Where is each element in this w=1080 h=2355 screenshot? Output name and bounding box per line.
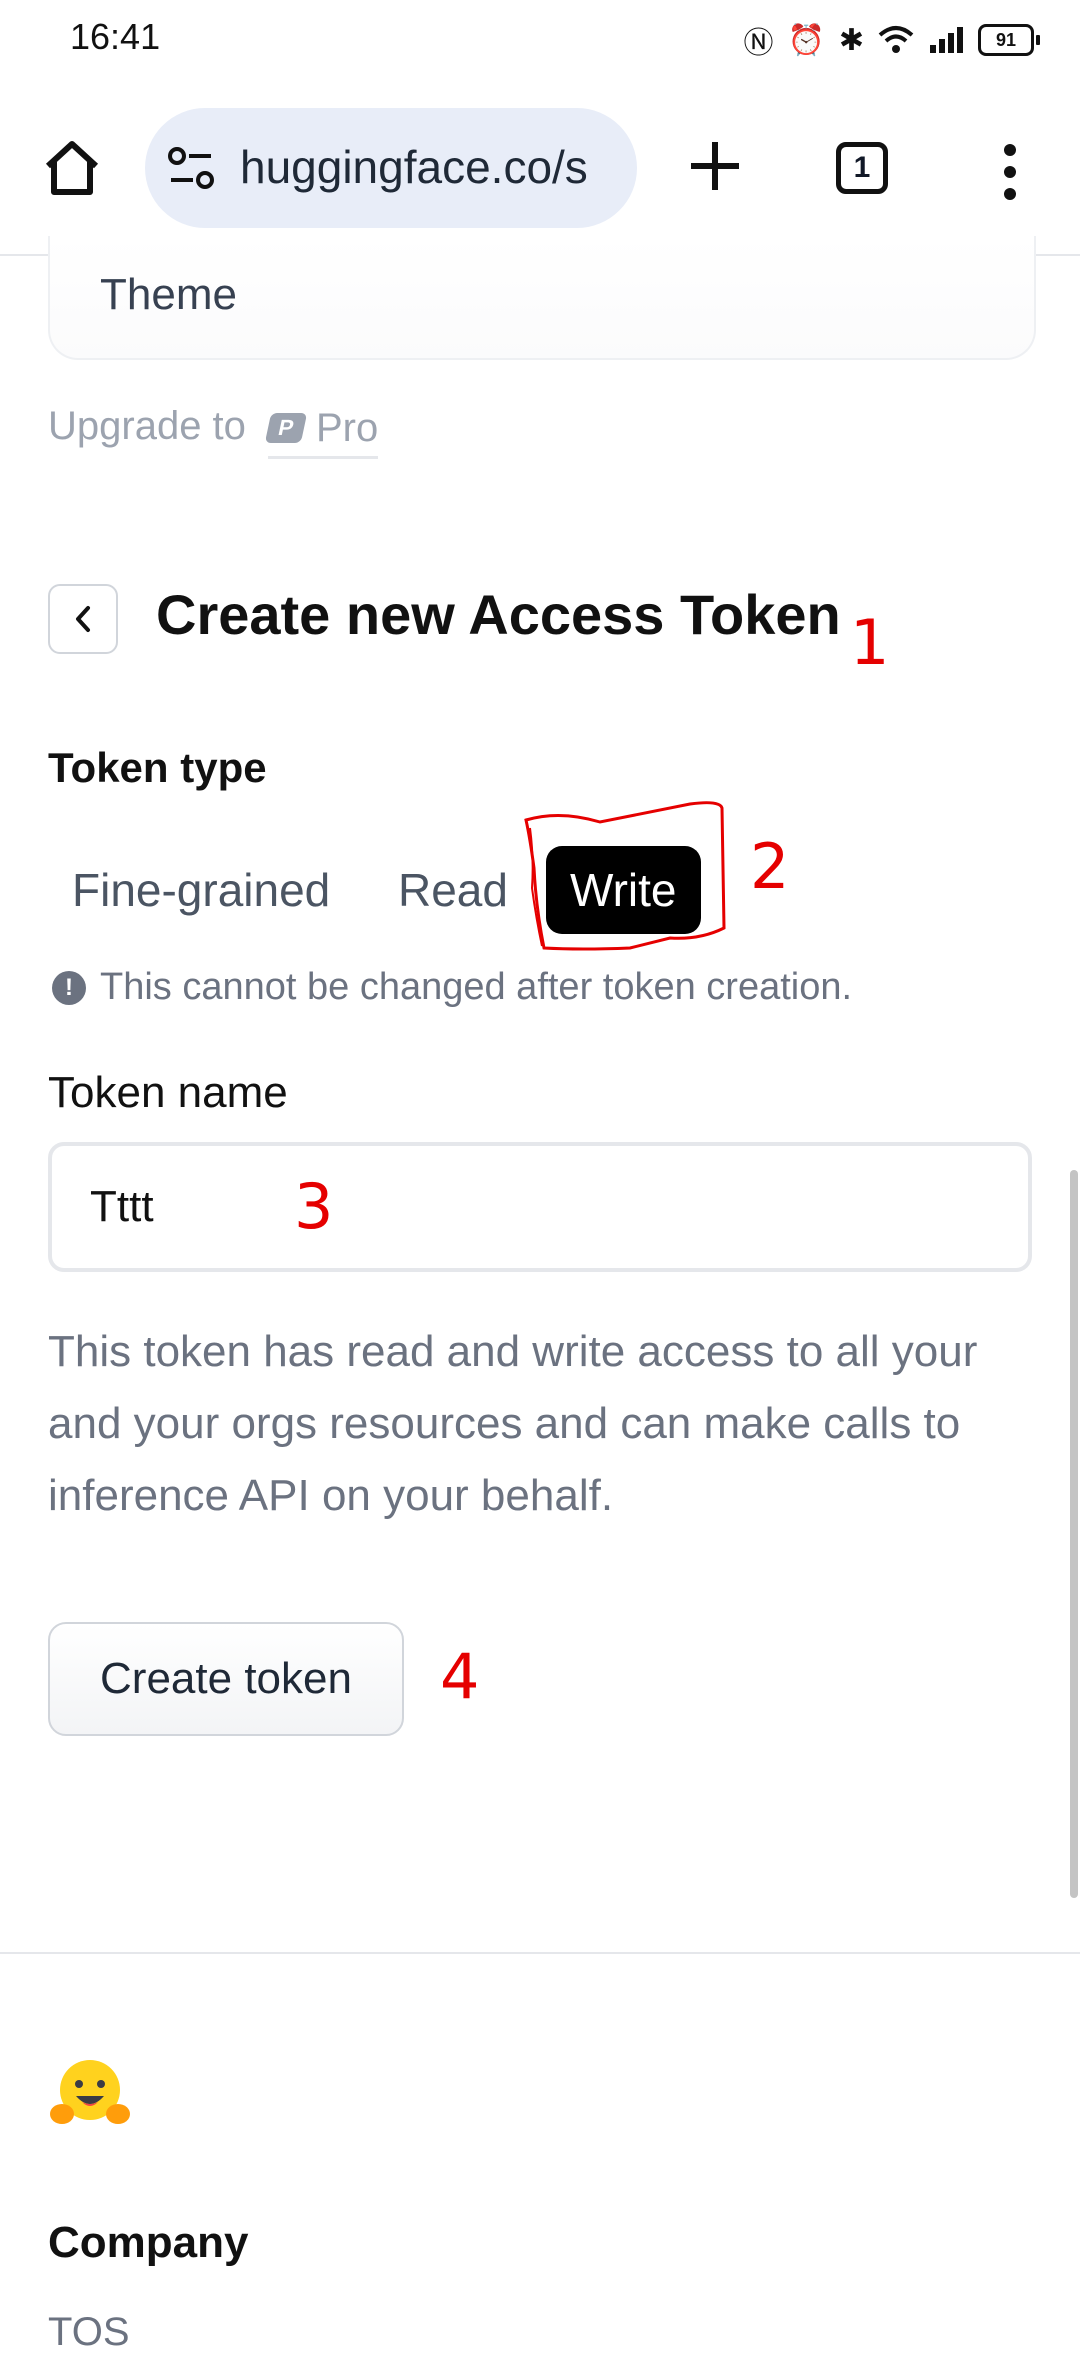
token-type-read[interactable]: Read [374,846,532,934]
hugging-face-emoji [50,2060,130,2124]
create-token-button[interactable]: Create token [48,1622,404,1736]
token-type-label: Token type [48,744,267,791]
plus-icon[interactable] [685,136,745,196]
back-button[interactable] [48,584,118,654]
annotation-1: 1 [850,606,890,679]
scrollbar[interactable] [1070,1170,1078,1898]
back-chevron-icon [76,606,90,632]
status-icons: Ⓝ ⏰ ✱ 91 [743,18,1040,62]
signal-icon [930,27,963,53]
token-description: This token has read and write access to … [48,1327,978,1520]
wifi-icon [878,26,914,53]
url-text[interactable]: huggingface.co/s [240,140,630,194]
browser-toolbar: huggingface.co/s 1 [0,84,1080,256]
token-name-input[interactable] [48,1142,1032,1272]
more-vert-icon[interactable] [1000,142,1020,202]
battery-tip [1036,35,1040,45]
status-bar: 16:41 Ⓝ ⏰ ✱ 91 [0,0,1080,84]
annotation-2: 2 [750,830,790,903]
annotation-4: 4 [440,1640,480,1713]
annotation-3: 3 [294,1170,334,1243]
footer-company-heading: Company [48,2218,249,2267]
pro-label: Pro [316,405,379,450]
footer-divider [0,1952,1080,1954]
upgrade-text: Upgrade to [48,404,246,448]
token-type-fine-grained[interactable]: Fine-grained [48,846,354,934]
status-time: 16:41 [70,16,161,57]
warning-text: This cannot be changed after token creat… [100,966,853,1008]
site-info-icon[interactable] [167,146,215,190]
theme-menu-item[interactable]: Theme [100,270,237,320]
warning-icon: ! [52,970,86,1005]
upgrade-pro-link[interactable]: P Pro [264,400,379,459]
footer-tos-link[interactable]: TOS [48,2310,130,2355]
annotation-highlight-box [524,801,726,951]
pro-badge-icon: P [264,413,308,443]
bluetooth-icon: ✱ [838,23,864,57]
address-bar[interactable]: huggingface.co/s [145,108,637,228]
battery-indicator: 91 [978,24,1040,56]
home-icon[interactable] [40,136,104,200]
token-name-label: Token name [48,1068,288,1117]
warning-row: ! This cannot be changed after token cre… [52,966,852,1009]
page-title: Create new Access Token [156,583,841,646]
nfc-icon: Ⓝ [743,27,774,60]
battery-level: 91 [978,24,1034,56]
tabs-icon[interactable]: 1 [836,142,888,194]
alarm-icon: ⏰ [787,23,825,57]
